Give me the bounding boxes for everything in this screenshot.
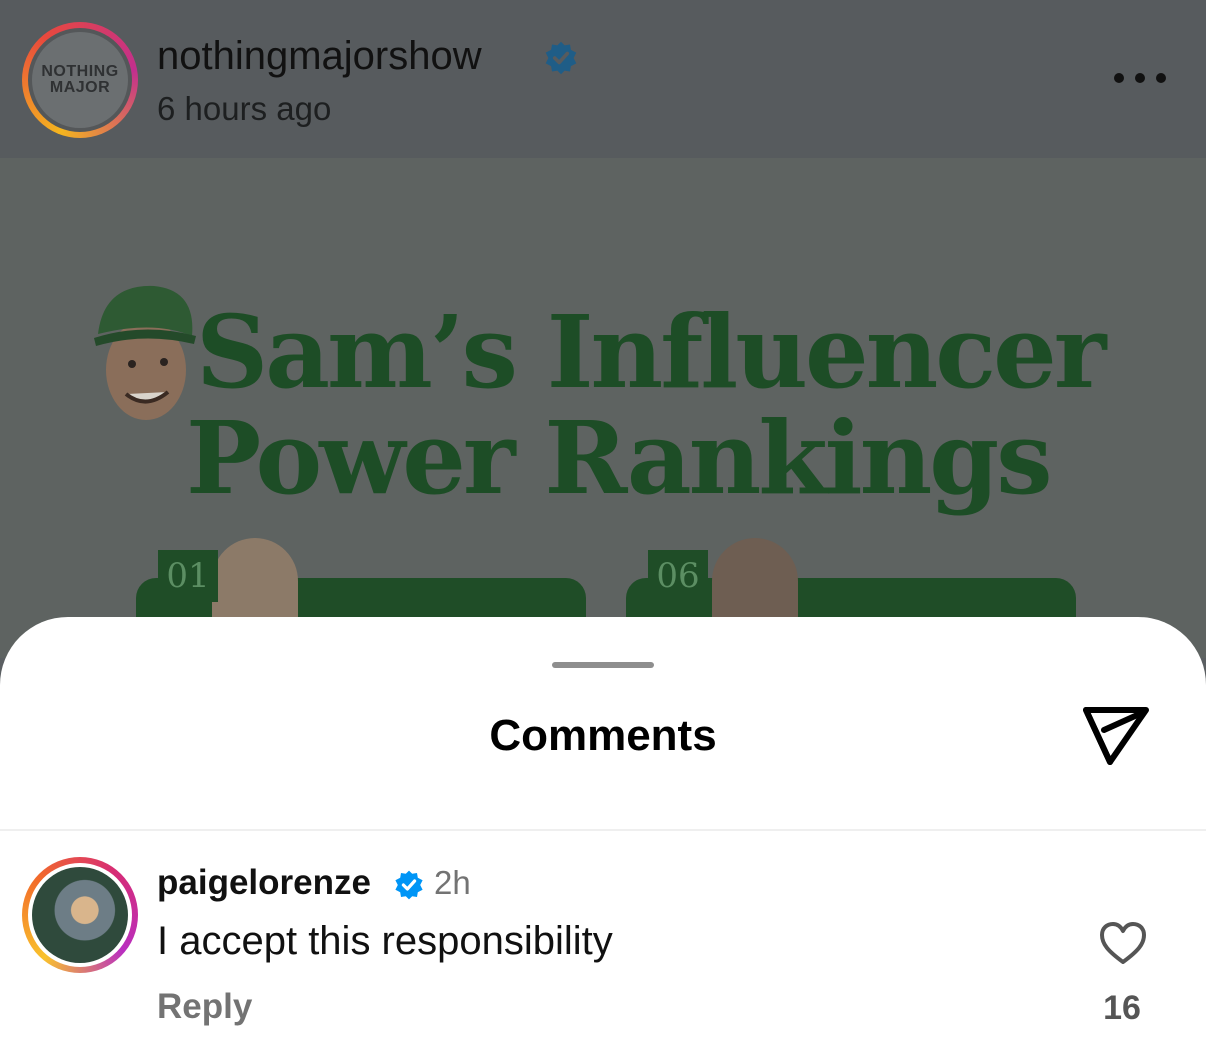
- dot: [1135, 73, 1145, 83]
- account-logo: NOTHING MAJOR: [32, 32, 128, 128]
- comment-time: 2h: [434, 864, 471, 901]
- verified-badge-icon: [395, 870, 423, 900]
- post-username[interactable]: nothingmajorshow: [157, 34, 482, 79]
- divider: [0, 829, 1206, 831]
- dot: [1156, 73, 1166, 83]
- mascot-face-illustration: [94, 285, 196, 420]
- send-icon[interactable]: [1080, 702, 1152, 768]
- comment-text: I accept this responsibility: [157, 919, 613, 963]
- logo-line-2: MAJOR: [49, 79, 111, 96]
- account-avatar[interactable]: NOTHING MAJOR: [22, 22, 138, 138]
- post-title-line-2: Power Rankings: [186, 399, 1053, 517]
- commenter-avatar[interactable]: [22, 857, 138, 973]
- sheet-title: Comments: [489, 711, 717, 760]
- rank-number: 01: [158, 550, 218, 602]
- more-horizontal-icon[interactable]: [1114, 70, 1166, 86]
- post-image[interactable]: Sam’s Influencer Power Rankings 01 06: [0, 158, 1206, 658]
- like-count: 16: [1103, 989, 1141, 1027]
- verified-badge-icon: [545, 41, 577, 75]
- rank-number: 06: [648, 550, 708, 602]
- heart-outline-icon[interactable]: [1098, 920, 1148, 966]
- dot: [1114, 73, 1124, 83]
- avatar-border: NOTHING MAJOR: [28, 28, 132, 132]
- logo-line-1: NOTHING: [41, 63, 119, 80]
- comment-username[interactable]: paigelorenze: [157, 863, 371, 903]
- comments-sheet: Comments paigelorenze 2h I accept this r…: [0, 617, 1206, 1042]
- post-time: 6 hours ago: [157, 90, 332, 127]
- post-title-line-1: Sam’s Influencer: [196, 293, 1106, 411]
- drag-handle[interactable]: [552, 662, 654, 668]
- post-header: NOTHING MAJOR nothingmajorshow 6 hours a…: [0, 0, 1206, 158]
- avatar-border: [28, 863, 132, 967]
- commenter-photo: [32, 867, 128, 963]
- reply-button[interactable]: Reply: [157, 987, 252, 1027]
